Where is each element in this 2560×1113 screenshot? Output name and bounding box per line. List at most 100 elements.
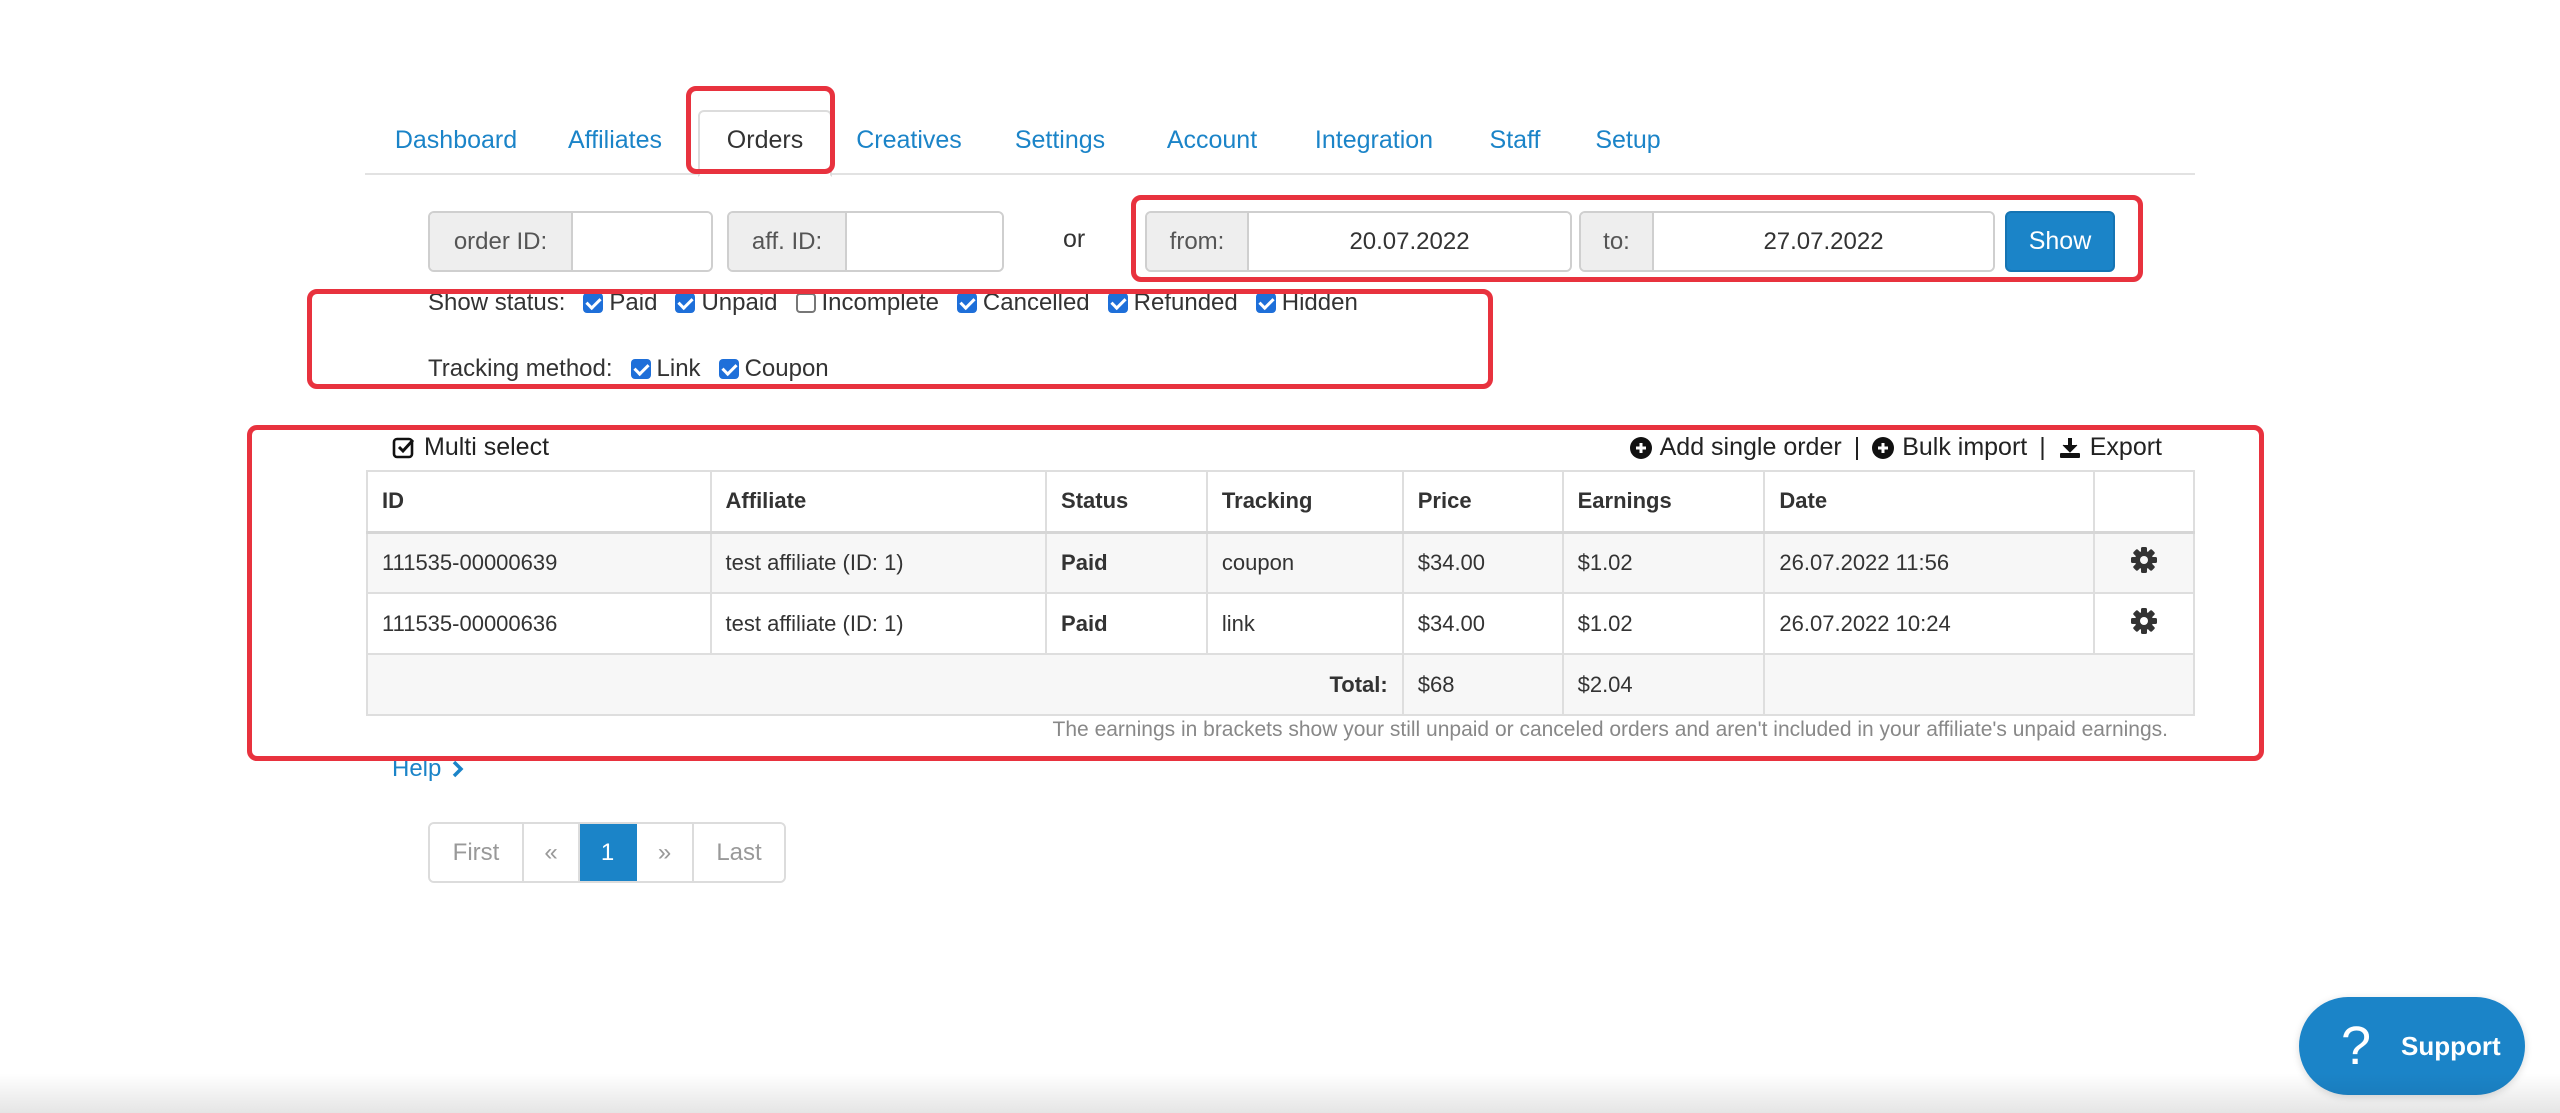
support-label: Support [2401,1030,2501,1061]
tab-creatives[interactable]: Creatives [854,120,964,175]
table-header-row: ID Affiliate Status Tracking Price Earni… [366,470,2195,534]
export-button[interactable]: Export [2058,433,2162,462]
col-header-price[interactable]: Price [1401,470,1564,534]
bulk-import-label: Bulk import [1902,433,2028,461]
col-header-earnings[interactable]: Earnings [1561,470,1766,534]
date-cell: 26.07.2022 11:56 [1763,531,2096,594]
pagination: First « 1 » Last [428,822,786,883]
tab-orders[interactable]: Orders [698,110,832,177]
status-filter-label: Show status: [428,289,566,316]
order-id-group: order ID: [428,211,713,272]
tracking-link-label: Link [656,355,701,382]
status-cancelled-checkbox[interactable] [956,293,977,313]
earnings-note: The earnings in brackets show your still… [1052,718,2168,741]
tracking-filter-label: Tracking method: [428,355,613,382]
col-header-id[interactable]: ID [366,470,712,534]
col-header-affiliate[interactable]: Affiliate [709,470,1048,534]
col-header-date[interactable]: Date [1763,470,2096,534]
pagination-page-1[interactable]: 1 [580,824,637,881]
tracking-coupon-label: Coupon [744,355,829,382]
status-cancelled-label: Cancelled [982,289,1090,316]
tracking-coupon-checkbox[interactable] [718,359,739,379]
total-row: Total: $68 $2.04 [366,653,2195,716]
tab-dashboard[interactable]: Dashboard [391,120,521,175]
help-label: Help [392,755,442,782]
affiliate-cell: test affiliate (ID: 1) [709,592,1048,655]
status-paid-checkbox[interactable] [583,293,604,313]
date-cell: 26.07.2022 10:24 [1763,592,2096,655]
tab-affiliates[interactable]: Affiliates [565,120,665,175]
export-label: Export [2089,433,2162,461]
or-text: or [1063,225,1086,253]
aff-id-input[interactable] [847,213,1002,270]
price-cell: $34.00 [1401,592,1564,655]
chevron-right-icon [453,760,464,778]
earnings-cell: $1.02 [1561,592,1766,655]
status-hidden-checkbox[interactable] [1255,293,1276,313]
tab-setup[interactable]: Setup [1593,120,1663,175]
from-date-group: from: 20.07.2022 [1145,211,1572,272]
add-single-order-button[interactable]: Add single order [1629,433,1842,462]
main-tabs: Dashboard Affiliates Orders Creatives Se… [365,100,2195,177]
status-incomplete-checkbox[interactable] [795,293,816,313]
tracking-cell: coupon [1205,531,1404,594]
total-empty-cell [1763,653,2195,716]
table-row[interactable]: 111535-00000636 test affiliate (ID: 1) P… [366,592,2195,655]
add-single-order-label: Add single order [1659,433,1842,461]
order-id-input[interactable] [573,213,711,270]
gear-icon[interactable] [2130,607,2158,635]
tab-integration[interactable]: Integration [1311,120,1437,175]
pagination-next[interactable]: » [637,824,694,881]
status-paid-label: Paid [609,289,658,316]
order-id-cell: 111535-00000636 [366,592,712,655]
status-hidden-label: Hidden [1281,289,1358,316]
tab-account[interactable]: Account [1162,120,1262,175]
status-filter-row: Show status: Paid Unpaid Incomplete Canc… [428,289,1358,317]
to-date-group: to: 27.07.2022 [1579,211,1995,272]
price-cell: $34.00 [1401,531,1564,594]
col-header-tracking[interactable]: Tracking [1205,470,1404,534]
plus-circle-icon [1872,436,1895,459]
tracking-link-checkbox[interactable] [630,359,651,379]
multi-select-label: Multi select [424,433,550,461]
col-header-actions [2093,470,2195,534]
total-earnings: $2.04 [1561,653,1766,716]
aff-id-group: aff. ID: [727,211,1004,272]
tab-staff[interactable]: Staff [1485,120,1545,175]
from-label: from: [1147,213,1249,270]
pagination-prev[interactable]: « [524,824,580,881]
to-date-input[interactable]: 27.07.2022 [1654,213,1993,270]
status-unpaid-checkbox[interactable] [675,293,696,313]
bottom-shadow [0,1073,2560,1113]
table-row[interactable]: 111535-00000639 test affiliate (ID: 1) P… [366,531,2195,594]
status-refunded-label: Refunded [1133,289,1238,316]
show-button[interactable]: Show [2005,211,2115,272]
order-id-cell: 111535-00000639 [366,531,712,594]
order-id-label: order ID: [430,213,573,270]
multi-select-button[interactable]: Multi select [392,433,549,462]
col-header-status[interactable]: Status [1045,470,1208,534]
status-cell: Paid [1045,531,1208,594]
affiliate-cell: test affiliate (ID: 1) [709,531,1048,594]
row-actions-cell [2093,531,2195,594]
status-refunded-checkbox[interactable] [1107,293,1128,313]
status-unpaid-label: Unpaid [701,289,778,316]
to-label: to: [1581,213,1654,270]
gear-icon[interactable] [2130,546,2158,574]
status-incomplete-label: Incomplete [821,289,939,316]
bulk-import-button[interactable]: Bulk import [1872,433,2027,462]
table-actions: Add single order | Bulk import | Export [1629,433,2162,462]
check-square-icon [392,437,415,458]
tab-settings[interactable]: Settings [1010,120,1110,175]
status-cell: Paid [1045,592,1208,655]
help-link[interactable]: Help [392,755,467,783]
earnings-cell: $1.02 [1561,531,1766,594]
aff-id-label: aff. ID: [729,213,847,270]
pagination-last[interactable]: Last [694,824,784,881]
toolbar-separator: | [1853,433,1861,461]
toolbar-separator: | [2039,433,2046,461]
pagination-first[interactable]: First [430,824,524,881]
download-icon [2059,437,2080,458]
row-actions-cell [2093,592,2195,655]
from-date-input[interactable]: 20.07.2022 [1249,213,1570,270]
